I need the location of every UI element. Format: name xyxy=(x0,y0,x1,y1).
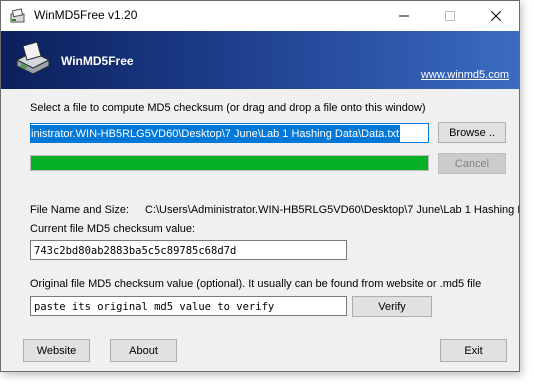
cancel-button[interactable]: Cancel xyxy=(438,153,506,174)
minimize-icon xyxy=(399,15,409,17)
title-bar: WinMD5Free v1.20 xyxy=(1,1,519,31)
window-title: WinMD5Free v1.20 xyxy=(34,8,138,22)
current-md5-field[interactable]: 743c2bd80ab2883ba5c5c89785c68d7d xyxy=(30,240,347,260)
select-file-label: Select a file to compute MD5 checksum (o… xyxy=(30,102,426,114)
original-md5-input[interactable]: paste its original md5 value to verify xyxy=(30,296,347,316)
exit-button[interactable]: Exit xyxy=(440,339,507,362)
file-name-size-label: File Name and Size: xyxy=(30,204,130,216)
original-md5-placeholder: paste its original md5 value to verify xyxy=(34,301,275,313)
file-path-value: inistrator.WIN-HB5RLG5VD60\Desktop\7 Jun… xyxy=(31,125,401,142)
original-md5-label: Original file MD5 checksum value (option… xyxy=(30,278,482,290)
browse-button[interactable]: Browse .. xyxy=(438,122,506,143)
file-path-input[interactable]: inistrator.WIN-HB5RLG5VD60\Desktop\7 Jun… xyxy=(30,123,429,143)
close-icon xyxy=(491,11,501,21)
about-button[interactable]: About xyxy=(110,339,177,362)
app-icon xyxy=(10,8,25,23)
close-button[interactable] xyxy=(473,1,519,31)
current-md5-value: 743c2bd80ab2883ba5c5c89785c68d7d xyxy=(34,245,237,257)
progress-bar-fill xyxy=(31,156,428,170)
current-md5-label: Current file MD5 checksum value: xyxy=(30,223,196,235)
file-name-size-value: C:\Users\Administrator.WIN-HB5RLG5VD60\D… xyxy=(145,204,519,216)
website-link[interactable]: www.winmd5.com xyxy=(421,69,509,81)
app-window: WinMD5Free v1.20 WinMD5Free www.winmd5.c… xyxy=(0,0,520,372)
maximize-button[interactable] xyxy=(427,1,473,31)
minimize-button[interactable] xyxy=(381,1,427,31)
verify-button[interactable]: Verify xyxy=(352,296,432,317)
computer-logo-icon xyxy=(15,41,51,75)
banner-app-name: WinMD5Free xyxy=(61,54,134,68)
header-banner: WinMD5Free www.winmd5.com xyxy=(1,31,519,89)
progress-bar xyxy=(30,155,429,171)
maximize-icon xyxy=(445,11,455,21)
website-button[interactable]: Website xyxy=(23,339,90,362)
